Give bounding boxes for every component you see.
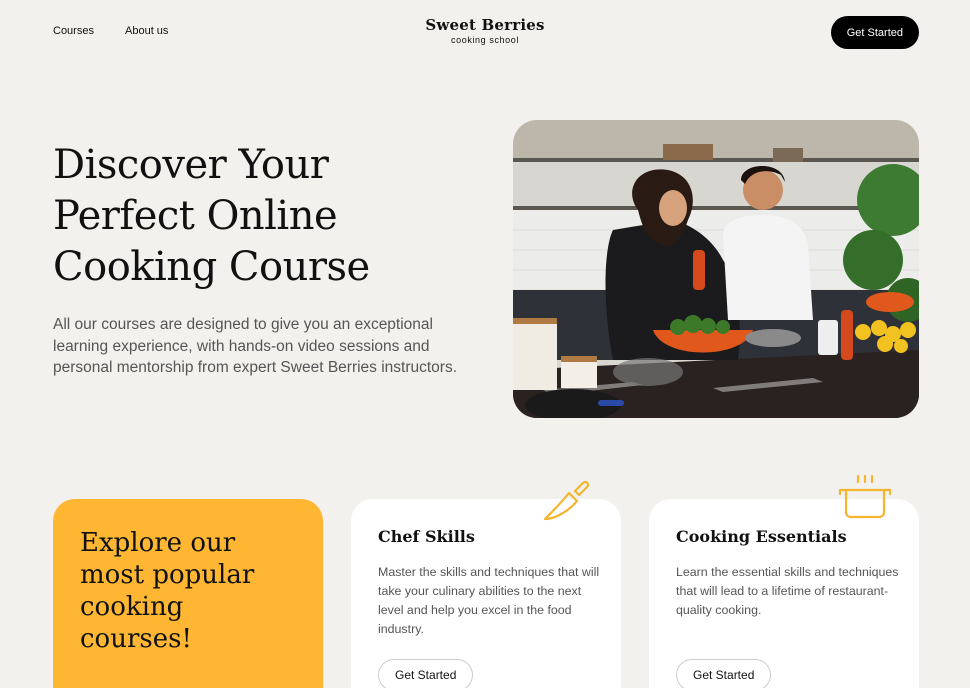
course-card-cooking-essentials[interactable]: Cooking Essentials Learn the essential s… xyxy=(649,499,919,688)
top-nav: Courses About us Sweet Berries cooking s… xyxy=(0,0,970,64)
cooking-essentials-get-started-button[interactable]: Get Started xyxy=(676,659,772,688)
course-description: Master the skills and techniques that wi… xyxy=(378,565,600,636)
course-title: Cooking Essentials xyxy=(676,527,847,546)
hero-description: All our courses are designed to give you… xyxy=(53,316,458,377)
hero-image xyxy=(513,120,919,418)
explore-heading: Explore our most popular cooking courses… xyxy=(80,528,255,654)
hero-title: Discover Your Perfect Online Cooking Cou… xyxy=(53,142,370,290)
logo-subtitle: cooking school xyxy=(451,35,519,45)
get-started-button[interactable]: Get Started xyxy=(830,16,919,49)
logo-title: Sweet Berries xyxy=(425,16,545,34)
course-title: Chef Skills xyxy=(378,527,475,546)
pot-icon xyxy=(838,474,892,519)
course-card-chef-skills[interactable]: Chef Skills Master the skills and techni… xyxy=(351,499,621,688)
explore-card: Explore our most popular cooking courses… xyxy=(53,499,323,688)
chef-skills-get-started-button[interactable]: Get Started xyxy=(378,659,474,688)
knife-icon xyxy=(543,480,590,521)
course-description: Learn the essential skills and technique… xyxy=(676,565,899,617)
logo[interactable]: Sweet Berries cooking school xyxy=(0,16,970,45)
